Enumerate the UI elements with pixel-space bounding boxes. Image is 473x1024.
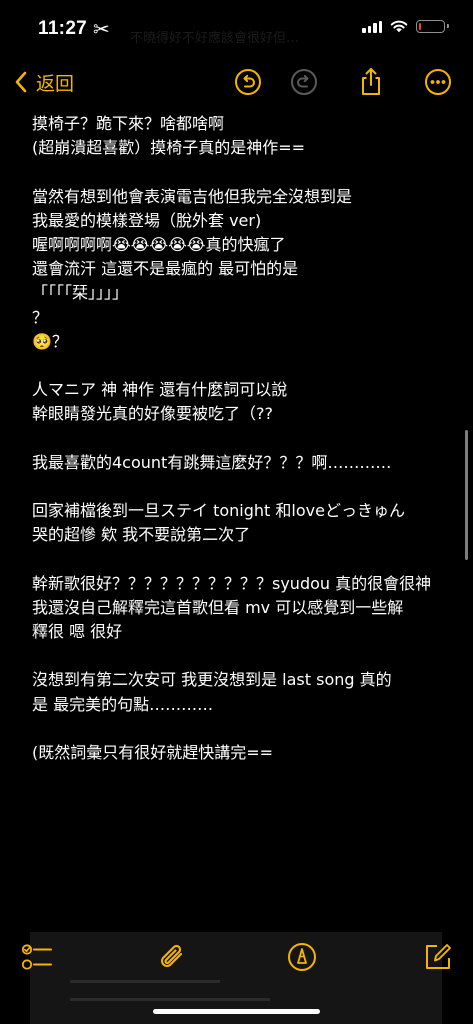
note-line: 我還沒自己解釋完這首歌但看 mv 可以感覺到一些解 (32, 597, 404, 617)
checklist-icon[interactable] (20, 940, 54, 974)
note-line: 我最愛的模樣登場（脫外套 ver) (32, 210, 262, 230)
note-line: (既然詞彙只有很好就趕快講完== (32, 742, 274, 762)
chevron-left-icon (10, 70, 32, 94)
note-line: 我最喜歡的4count有跳舞這麼好？？？啊………… (32, 452, 392, 472)
note-line: ？ (32, 307, 49, 327)
note-blank-line (32, 717, 452, 741)
note-blank-line (32, 426, 452, 450)
note-line: 「「「「栞」」」」 (32, 283, 129, 303)
note-line: 是 最完美的句點………… (32, 694, 214, 714)
redo-icon[interactable] (289, 67, 319, 97)
note-blank-line (32, 160, 452, 184)
note-blank-line (32, 475, 452, 499)
note-body[interactable]: 摸椅子？跪下來？啥都啥啊 (超崩潰超喜歡）摸椅子真的是神作== 當然有想到他會表演電… (32, 112, 452, 765)
nav-bar: 返回 (0, 60, 473, 106)
status-time: 11:27 (38, 18, 88, 39)
scissors-icon: ✂ (93, 17, 110, 41)
note-line: 人マニア 神 神作 還有什麼詞可以說 (32, 380, 288, 400)
ellipsis-circle-icon[interactable] (423, 67, 453, 97)
note-line: 回家補檔後到一旦ステイ tonight 和loveどっきゅん (32, 501, 405, 520)
markup-pen-icon[interactable] (285, 940, 319, 974)
note-line: 喔啊啊啊啊😭😭😭😭😭真的快瘋了 (32, 234, 286, 254)
wifi-icon (390, 20, 408, 33)
back-button-label: 返回 (36, 72, 75, 95)
paperclip-icon[interactable] (155, 940, 189, 974)
back-button[interactable]: 返回 (10, 66, 74, 98)
note-blank-line (32, 644, 452, 668)
battery-level (419, 22, 421, 30)
note-line: 幹新歌很好？？？？？？？？？？syudou 真的很會很神 (32, 573, 432, 593)
note-line: (超崩潰超喜歡）摸椅子真的是神作== (32, 138, 306, 158)
note-line: 還會流汗 這還不是最瘋的 最可怕的是 (32, 259, 299, 279)
note-blank-line (32, 547, 452, 571)
compose-icon[interactable] (421, 940, 455, 974)
note-line: 哭的超慘 欸 我不要說第二次了 (32, 525, 251, 545)
note-line: 釋很 嗯 很好 (32, 621, 123, 641)
note-line: 當然有想到他會表演電吉他但我完全沒想到是 (32, 186, 353, 206)
battery-icon (416, 19, 449, 33)
scrollbar[interactable] (465, 430, 468, 560)
note-line: 摸椅子？跪下來？啥都啥啊 (32, 114, 225, 133)
share-icon[interactable] (356, 67, 386, 97)
note-line: 🥺？ (32, 331, 68, 351)
notification-ghost-text: 不曉得好不好應該會很好但… (130, 31, 300, 46)
note-line: 幹眼睛發光真的好像要被吃了（?? (32, 404, 273, 424)
home-indicator[interactable] (153, 1009, 320, 1014)
note-line: 沒想到有第二次安可 我更沒想到是 last song 真的 (32, 670, 392, 690)
undo-icon[interactable] (233, 67, 263, 97)
note-blank-line (32, 354, 452, 378)
